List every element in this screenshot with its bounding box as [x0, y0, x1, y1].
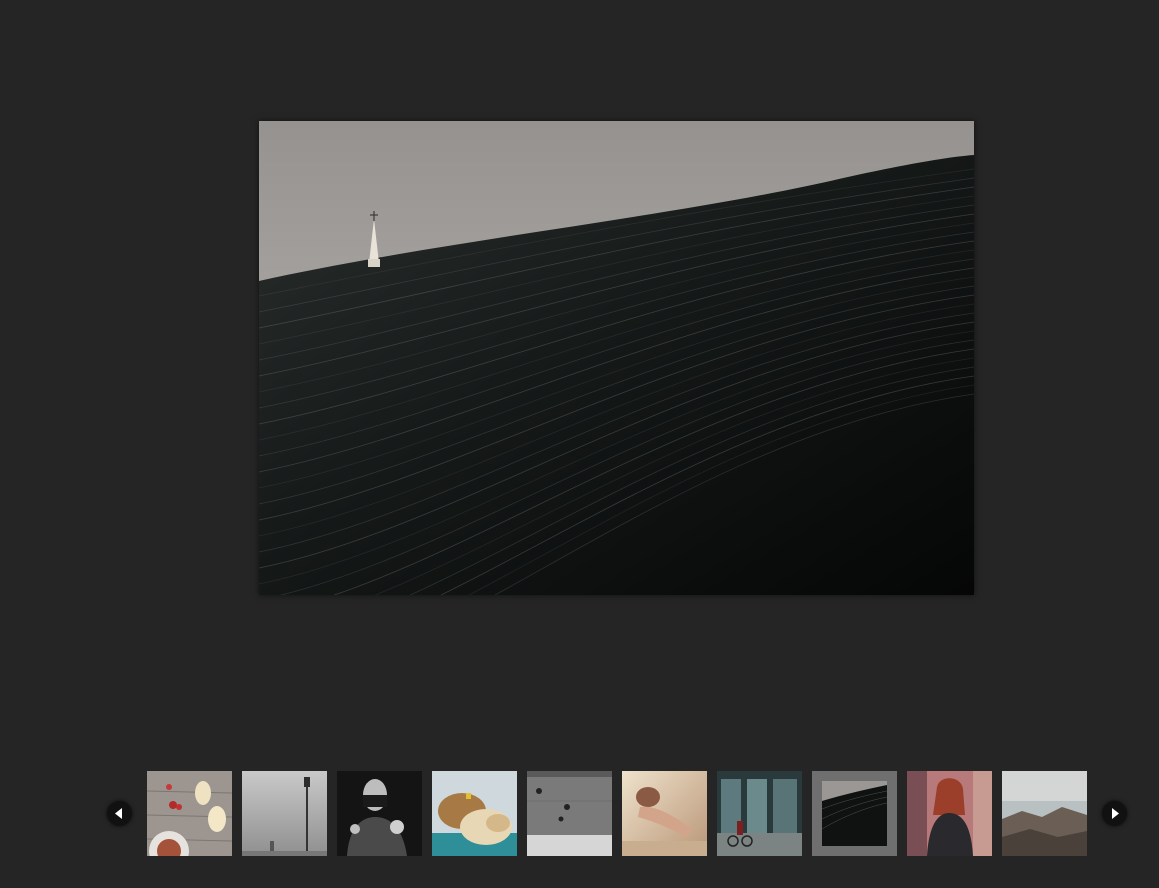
photo-viewer — [0, 0, 1159, 888]
thumbnail-reclining-figure[interactable] — [622, 771, 707, 856]
thumbnail-cyclist-storefront[interactable] — [717, 771, 802, 856]
photo-aerial-street — [527, 771, 612, 856]
photo-rocky-coast — [1002, 771, 1087, 856]
thumbnail-aerial-street[interactable] — [527, 771, 612, 856]
steeple-curve-image — [259, 121, 974, 595]
thumbnail-steeple-curve[interactable] — [812, 771, 897, 856]
main-photo[interactable] — [259, 121, 974, 595]
thumbnail-sheep[interactable] — [432, 771, 517, 856]
photo-steeple-curve — [812, 771, 897, 856]
thumbnail-rocky-coast[interactable] — [1002, 771, 1087, 856]
thumbnail-masked-figure[interactable] — [337, 771, 422, 856]
thumbnail-woman-portrait[interactable] — [907, 771, 992, 856]
photo-table-still-life — [147, 771, 232, 856]
thumbnail-strip — [0, 771, 1159, 856]
photo-masked-figure — [337, 771, 422, 856]
photo-cyclist-storefront — [717, 771, 802, 856]
chevron-right-icon[interactable] — [1102, 801, 1127, 826]
photo-foggy-lamppost — [242, 771, 327, 856]
thumbnail-foggy-lamppost[interactable] — [242, 771, 327, 856]
photo-woman-portrait — [907, 771, 992, 856]
photo-reclining-figure — [622, 771, 707, 856]
photo-sheep — [432, 771, 517, 856]
chevron-left-icon[interactable] — [107, 801, 132, 826]
thumbnail-table-still-life[interactable] — [147, 771, 232, 856]
